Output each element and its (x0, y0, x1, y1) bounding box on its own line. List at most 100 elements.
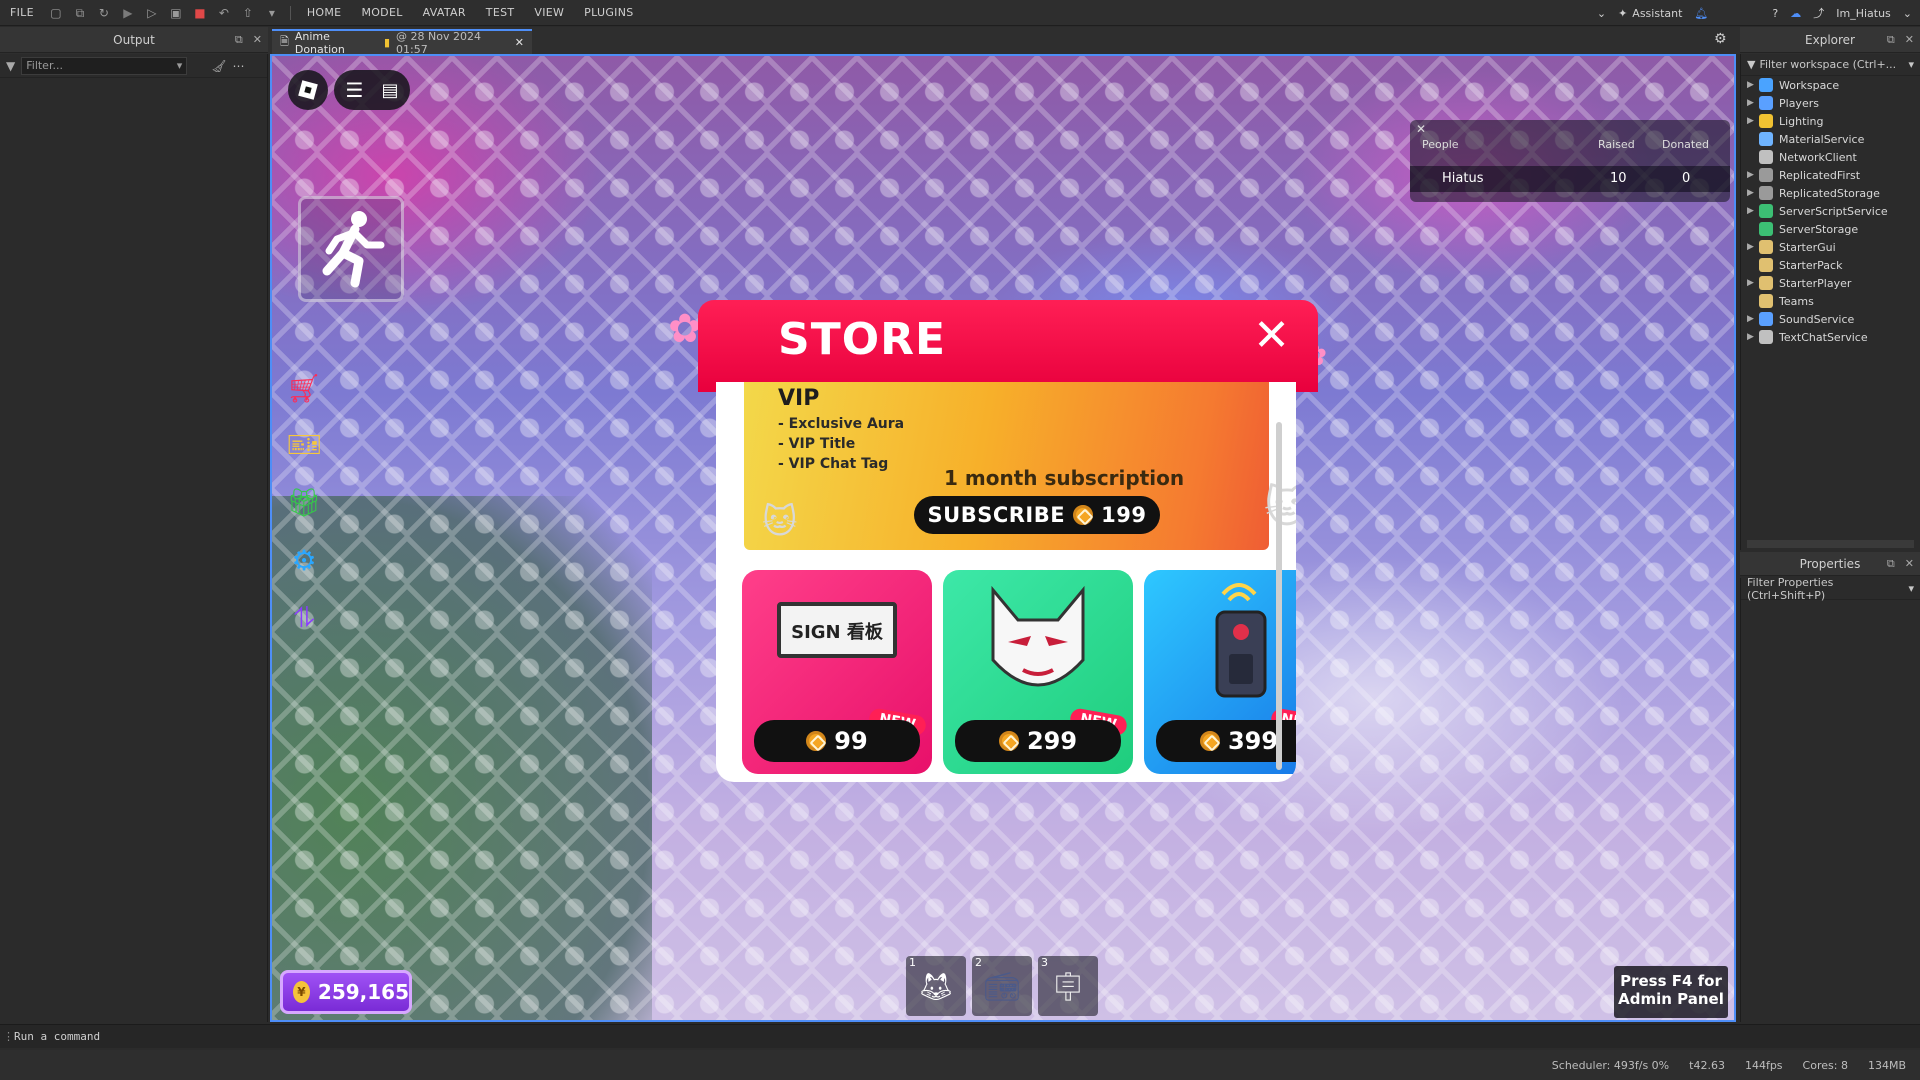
shop-cart-button[interactable]: 🛒︎ (282, 368, 326, 408)
expand-arrow-icon[interactable]: ▶ (1747, 80, 1759, 90)
store-item-mask[interactable]: NEW 299 (943, 570, 1133, 774)
publish-icon[interactable]: ⇧ (241, 6, 255, 20)
players-icon (1759, 96, 1773, 110)
explorer-item-lighting[interactable]: ▶ Lighting (1741, 112, 1920, 130)
filter-icon[interactable]: ▼ (6, 59, 15, 73)
expand-arrow-icon[interactable]: ▶ (1747, 206, 1759, 216)
explorer-item-label: Teams (1779, 294, 1814, 308)
chat-icon[interactable]: ▤ (381, 80, 398, 101)
kitsune-mask-icon (991, 585, 1085, 687)
user-menu-chevron-icon[interactable]: ⌄ (1903, 7, 1912, 20)
explorer-item-workspace[interactable]: ▶ Workspace (1741, 76, 1920, 94)
output-filter-input[interactable]: Filter... ▾ (21, 56, 188, 75)
expand-arrow-icon[interactable]: ▶ (1747, 314, 1759, 324)
explorer-scrollbar[interactable] (1747, 540, 1914, 548)
expand-arrow-icon[interactable]: ▶ (1747, 116, 1759, 126)
explorer-filter-input[interactable]: ▼ Filter workspace (Ctrl+... ▾ (1741, 54, 1920, 76)
explorer-item-serverstorage[interactable]: ServerStorage (1741, 220, 1920, 238)
close-icon[interactable]: ✕ (1905, 557, 1914, 571)
explorer-item-materialservice[interactable]: MaterialService (1741, 130, 1920, 148)
gifts-button[interactable]: 🎁︎ (282, 482, 326, 522)
menu-view[interactable]: VIEW (524, 6, 574, 19)
clear-output-icon[interactable]: 🧹︎ (211, 59, 226, 73)
expand-arrow-icon[interactable]: ▶ (1747, 278, 1759, 288)
redo-icon[interactable]: ↻ (97, 6, 111, 20)
properties-filter-input[interactable]: Filter Properties (Ctrl+Shift+P) ▾ (1741, 576, 1920, 602)
expand-arrow-icon[interactable]: ▶ (1747, 332, 1759, 342)
play-here-icon[interactable]: ▷ (145, 6, 159, 20)
undock-icon[interactable]: ⧉ (1887, 33, 1895, 47)
hotbar-slot[interactable]: 2 📻︎ (972, 956, 1032, 1016)
more-options-icon[interactable]: ⋯ (232, 59, 244, 73)
explorer-item-networkclient[interactable]: NetworkClient (1741, 148, 1920, 166)
close-icon[interactable]: ✕ (1416, 122, 1426, 136)
settings-button[interactable]: ⚙ (282, 540, 326, 580)
hotbar-slot[interactable]: 3 🪧︎ (1038, 956, 1098, 1016)
subscribe-button[interactable]: SUBSCRIBE 199 (914, 496, 1160, 534)
close-icon[interactable]: ✕ (253, 33, 262, 47)
open-file-icon[interactable]: ⧉ (73, 6, 87, 20)
menu-model[interactable]: MODEL (351, 6, 412, 19)
network-icon (1759, 150, 1773, 164)
undo-icon[interactable]: ↶ (217, 6, 231, 20)
sprint-button[interactable] (298, 196, 404, 302)
replicated-storage-icon (1759, 186, 1773, 200)
customize-icon[interactable]: ▾ (265, 6, 279, 20)
assistant-button[interactable]: ✦ Assistant (1618, 7, 1682, 20)
explorer-item-teams[interactable]: Teams (1741, 292, 1920, 310)
explorer-item-replicatedfirst[interactable]: ▶ ReplicatedFirst (1741, 166, 1920, 184)
share-icon[interactable]: ⤴ (1813, 5, 1824, 21)
explorer-item-players[interactable]: ▶ Players (1741, 94, 1920, 112)
expand-arrow-icon[interactable]: ▶ (1747, 170, 1759, 180)
roblox-menu-button[interactable] (288, 70, 328, 110)
chevron-down-icon[interactable]: ⌄ (1597, 7, 1606, 20)
store-close-button[interactable]: ✕ (1253, 314, 1290, 358)
explorer-item-starterpack[interactable]: StarterPack (1741, 256, 1920, 274)
notification-bell-icon[interactable]: 🔔︎ (1694, 7, 1708, 20)
item-price-button[interactable]: 399 (1156, 720, 1296, 762)
explorer-item-serverscriptservice[interactable]: ▶ ServerScriptService (1741, 202, 1920, 220)
menu-test[interactable]: TEST (476, 6, 525, 19)
play-icon[interactable]: ▶ (121, 6, 135, 20)
explorer-item-starterplayer[interactable]: ▶ StarterPlayer (1741, 274, 1920, 292)
help-icon[interactable]: ? (1772, 7, 1778, 20)
expand-arrow-icon[interactable]: ▶ (1747, 98, 1759, 108)
expand-arrow-icon[interactable]: ▶ (1747, 242, 1759, 252)
cloud-icon[interactable]: ☁ (1790, 7, 1801, 20)
viewport-settings-icon[interactable]: ⚙ (1714, 31, 1727, 47)
explorer-filter-placeholder: Filter workspace (Ctrl+... (1759, 58, 1897, 71)
expand-arrow-icon[interactable]: ▶ (1747, 188, 1759, 198)
tab-close-icon[interactable]: ✕ (515, 36, 524, 49)
stop-icon[interactable]: ■ (193, 6, 207, 20)
radio-icon: 📻︎ (984, 969, 1020, 1003)
file-menu[interactable]: FILE (0, 6, 44, 19)
close-icon[interactable]: ✕ (1905, 33, 1914, 47)
command-bar[interactable]: ⋮ Run a command (0, 1024, 1920, 1048)
explorer-item-textchatservice[interactable]: ▶ TextChatService (1741, 328, 1920, 346)
store-item-radio[interactable]: NEW 399 (1144, 570, 1296, 774)
new-file-icon[interactable]: ▢ (49, 6, 63, 20)
hotbar-slot[interactable]: 1 🦊︎ (906, 956, 966, 1016)
chevron-down-icon: ▾ (1908, 58, 1914, 71)
output-filter-placeholder: Filter... (26, 59, 63, 72)
username[interactable]: Im_Hiatus (1836, 7, 1891, 20)
store-item-sign[interactable]: SIGN 看板 NEW 99 (742, 570, 932, 774)
vip-subscription-label: 1 month subscription (944, 466, 1185, 490)
tickets-button[interactable]: 🎫︎ (282, 424, 326, 464)
hamburger-menu-icon[interactable]: ☰ (346, 78, 364, 102)
explorer-item-replicatedstorage[interactable]: ▶ ReplicatedStorage (1741, 184, 1920, 202)
run-icon[interactable]: ▣ (169, 6, 183, 20)
store-scrollbar[interactable] (1276, 422, 1282, 770)
menu-plugins[interactable]: PLUGINS (574, 6, 643, 19)
undock-icon[interactable]: ⧉ (235, 33, 243, 47)
undock-icon[interactable]: ⧉ (1887, 557, 1895, 571)
tab-anime-donation[interactable]: 🗎 Anime Donation ▮ @ 28 Nov 2024 01:57 ✕ (272, 29, 532, 56)
menu-home[interactable]: HOME (297, 6, 352, 19)
item-price-button[interactable]: 99 (754, 720, 920, 762)
item-price-button[interactable]: 299 (955, 720, 1121, 762)
teleport-button[interactable]: ⥮ (282, 598, 326, 638)
menu-avatar[interactable]: AVATAR (413, 6, 476, 19)
game-viewport[interactable]: ☰ ▤ 🛒︎ 🎫︎ 🎁︎ ⚙ ⥮ ✕ People Raised Donated… (270, 54, 1736, 1022)
explorer-item-startergui[interactable]: ▶ StarterGui (1741, 238, 1920, 256)
explorer-item-soundservice[interactable]: ▶ SoundService (1741, 310, 1920, 328)
